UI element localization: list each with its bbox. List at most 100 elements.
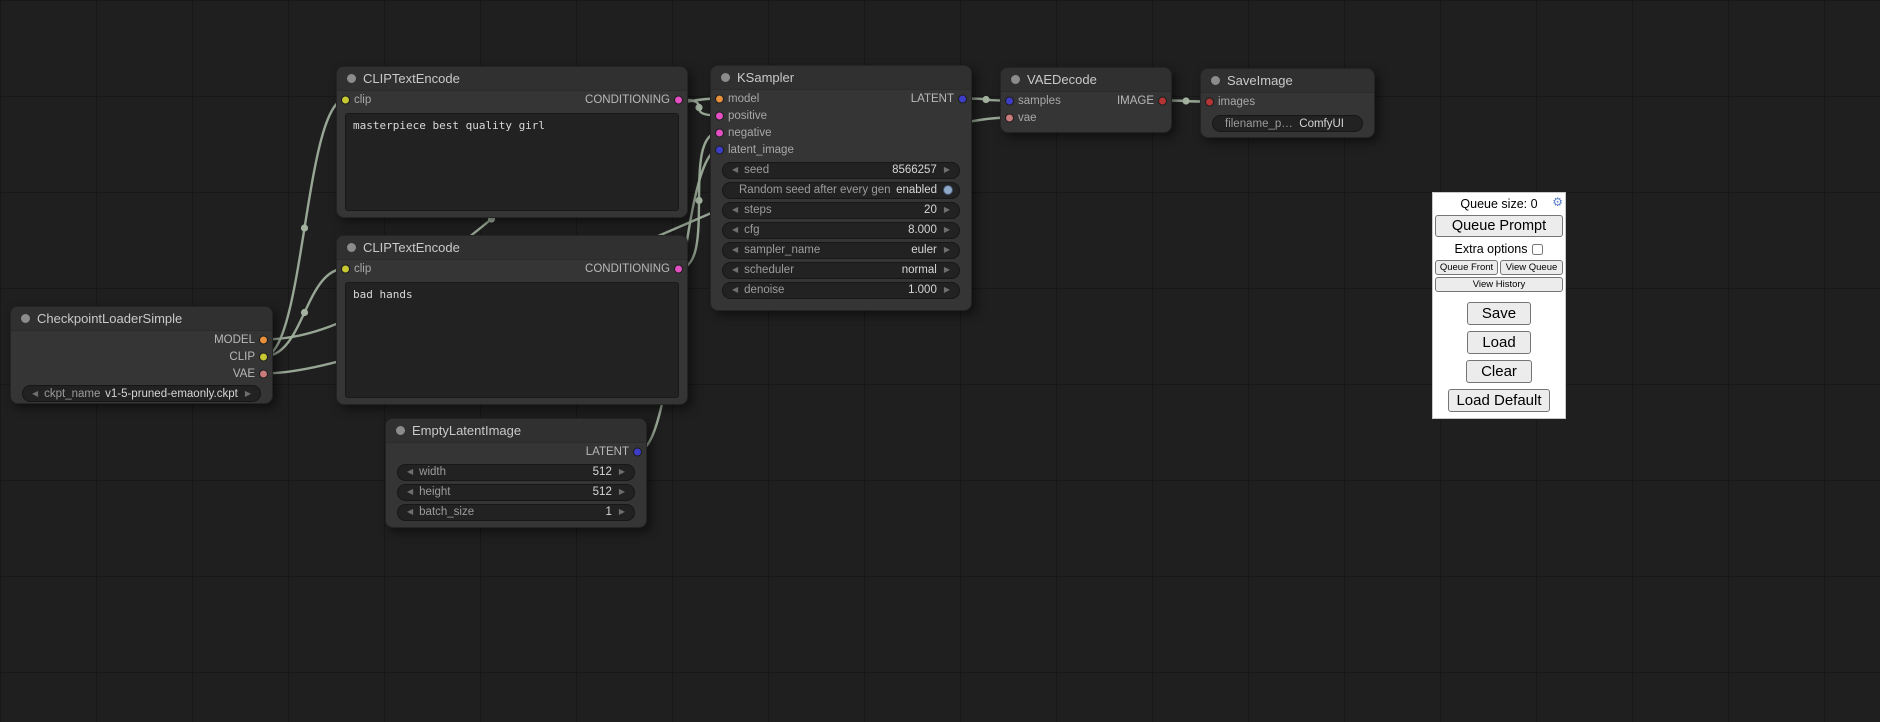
input-row-vae: vae	[1001, 109, 1171, 126]
decrement-arrow-icon[interactable]: ◀	[729, 286, 741, 294]
widget-value: normal	[898, 264, 941, 276]
decrement-arrow-icon[interactable]: ◀	[29, 390, 41, 398]
decrement-arrow-icon[interactable]: ◀	[729, 166, 741, 174]
increment-arrow-icon[interactable]: ▶	[941, 206, 953, 214]
load-button[interactable]: Load	[1467, 331, 1530, 354]
increment-arrow-icon[interactable]: ▶	[941, 166, 953, 174]
view-history-button[interactable]: View History	[1435, 277, 1563, 292]
clip-input-port[interactable]	[341, 95, 350, 104]
increment-arrow-icon[interactable]: ▶	[941, 266, 953, 274]
widget-label: seed	[744, 164, 769, 176]
node-saveimage[interactable]: SaveImage images filename_prefix ComfyUI	[1200, 68, 1375, 138]
node-title-bar[interactable]: EmptyLatentImage	[386, 419, 646, 443]
node-cliptextencode-positive[interactable]: CLIPTextEncode clip CONDITIONING masterp…	[336, 66, 688, 218]
decrement-arrow-icon[interactable]: ◀	[729, 226, 741, 234]
port-label-clip: clip	[354, 263, 371, 275]
widget-label: height	[419, 486, 450, 498]
clip-input-port[interactable]	[341, 264, 350, 273]
samples-input-port[interactable]	[1005, 96, 1014, 105]
collapse-dot-icon[interactable]	[347, 74, 356, 83]
increment-arrow-icon[interactable]: ▶	[941, 246, 953, 254]
queue-size-label: Queue size: 0	[1460, 197, 1537, 211]
collapse-dot-icon[interactable]	[1011, 75, 1020, 84]
positive-input-port[interactable]	[715, 111, 724, 120]
node-vaedecode[interactable]: VAEDecode samples IMAGE vae	[1000, 67, 1172, 133]
widget-label: scheduler	[744, 264, 794, 276]
image-output-port[interactable]	[1158, 96, 1167, 105]
vae-output-port[interactable]	[259, 369, 268, 378]
view-queue-button[interactable]: View Queue	[1500, 260, 1563, 275]
widget-value: 1	[601, 506, 615, 518]
port-label-conditioning: CONDITIONING	[585, 94, 670, 106]
model-input-port[interactable]	[715, 94, 724, 103]
model-output-port[interactable]	[259, 335, 268, 344]
decrement-arrow-icon[interactable]: ◀	[729, 206, 741, 214]
vae-input-port[interactable]	[1005, 113, 1014, 122]
extra-options-checkbox[interactable]	[1532, 244, 1543, 255]
decrement-arrow-icon[interactable]: ◀	[729, 266, 741, 274]
node-title-bar[interactable]: KSampler	[711, 66, 971, 90]
widget-value: ComfyUI	[1295, 118, 1348, 130]
prompt-textarea[interactable]: masterpiece best quality girl	[345, 113, 679, 211]
toggle-dot-icon[interactable]	[943, 185, 953, 195]
node-graph-canvas[interactable]: CheckpointLoaderSimple MODEL CLIP VAE ◀ …	[0, 0, 1880, 722]
negative-input-port[interactable]	[715, 128, 724, 137]
height-widget[interactable]: ◀ height 512 ▶	[397, 484, 635, 501]
filename-prefix-widget[interactable]: filename_prefix ComfyUI	[1212, 115, 1363, 132]
port-label-clip: CLIP	[229, 351, 255, 363]
decrement-arrow-icon[interactable]: ◀	[404, 468, 416, 476]
increment-arrow-icon[interactable]: ▶	[616, 508, 628, 516]
increment-arrow-icon[interactable]: ▶	[941, 226, 953, 234]
collapse-dot-icon[interactable]	[21, 314, 30, 323]
images-input-port[interactable]	[1205, 97, 1214, 106]
settings-gear-icon[interactable]: ⚙	[1552, 196, 1563, 208]
node-ksampler[interactable]: KSampler model positive negative latent_…	[710, 65, 972, 311]
latent-output-port[interactable]	[958, 94, 967, 103]
scheduler-widget[interactable]: ◀ scheduler normal ▶	[722, 262, 960, 279]
increment-arrow-icon[interactable]: ▶	[242, 390, 254, 398]
node-title: VAEDecode	[1027, 72, 1097, 87]
node-cliptextencode-negative[interactable]: CLIPTextEncode clip CONDITIONING bad han…	[336, 235, 688, 405]
collapse-dot-icon[interactable]	[347, 243, 356, 252]
increment-arrow-icon[interactable]: ▶	[941, 286, 953, 294]
collapse-dot-icon[interactable]	[721, 73, 730, 82]
port-label-vae: vae	[1018, 112, 1037, 124]
queue-prompt-button[interactable]: Queue Prompt	[1435, 215, 1563, 237]
batch-size-widget[interactable]: ◀ batch_size 1 ▶	[397, 504, 635, 521]
latent-image-input-port[interactable]	[715, 145, 724, 154]
save-button[interactable]: Save	[1467, 302, 1531, 325]
conditioning-output-port[interactable]	[674, 95, 683, 104]
seed-widget[interactable]: ◀ seed 8566257 ▶	[722, 162, 960, 179]
node-title-bar[interactable]: CLIPTextEncode	[337, 236, 687, 260]
cfg-widget[interactable]: ◀ cfg 8.000 ▶	[722, 222, 960, 239]
conditioning-output-port[interactable]	[674, 264, 683, 273]
node-title-bar[interactable]: CLIPTextEncode	[337, 67, 687, 91]
random-seed-toggle-widget[interactable]: Random seed after every gen enabled	[722, 182, 960, 199]
node-emptylatentimage[interactable]: EmptyLatentImage LATENT ◀ width 512 ▶ ◀ …	[385, 418, 647, 528]
decrement-arrow-icon[interactable]: ◀	[729, 246, 741, 254]
denoise-widget[interactable]: ◀ denoise 1.000 ▶	[722, 282, 960, 299]
clip-output-port[interactable]	[259, 352, 268, 361]
steps-widget[interactable]: ◀ steps 20 ▶	[722, 202, 960, 219]
port-row: clip CONDITIONING	[337, 260, 687, 277]
clear-button[interactable]: Clear	[1466, 360, 1532, 383]
prompt-textarea[interactable]: bad hands	[345, 282, 679, 398]
increment-arrow-icon[interactable]: ▶	[616, 468, 628, 476]
collapse-dot-icon[interactable]	[396, 426, 405, 435]
decrement-arrow-icon[interactable]: ◀	[404, 488, 416, 496]
decrement-arrow-icon[interactable]: ◀	[404, 508, 416, 516]
increment-arrow-icon[interactable]: ▶	[616, 488, 628, 496]
collapse-dot-icon[interactable]	[1211, 76, 1220, 85]
latent-output-port[interactable]	[633, 447, 642, 456]
ckpt-name-widget[interactable]: ◀ ckpt_name v1-5-pruned-emaonly.ckpt ▶	[22, 385, 261, 402]
node-checkpointloadersimple[interactable]: CheckpointLoaderSimple MODEL CLIP VAE ◀ …	[10, 306, 273, 404]
width-widget[interactable]: ◀ width 512 ▶	[397, 464, 635, 481]
load-default-button[interactable]: Load Default	[1448, 389, 1549, 412]
node-title-bar[interactable]: VAEDecode	[1001, 68, 1171, 92]
sampler-name-widget[interactable]: ◀ sampler_name euler ▶	[722, 242, 960, 259]
queue-front-button[interactable]: Queue Front	[1435, 260, 1498, 275]
node-title-bar[interactable]: SaveImage	[1201, 69, 1374, 93]
widget-label: ckpt_name	[44, 388, 100, 400]
port-label-clip: clip	[354, 94, 371, 106]
node-title-bar[interactable]: CheckpointLoaderSimple	[11, 307, 272, 331]
